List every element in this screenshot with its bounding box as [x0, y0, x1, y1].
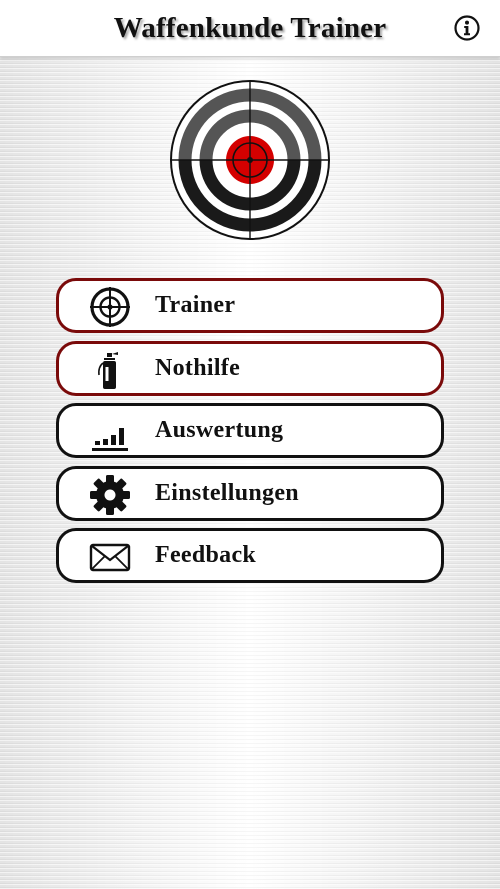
- app-header: Waffenkunde Trainer: [0, 0, 500, 57]
- menu-item-einstellungen[interactable]: Einstellungen: [56, 465, 444, 521]
- gear-icon: [89, 474, 131, 516]
- menu-item-label: Trainer: [155, 292, 236, 318]
- menu-item-label: Auswertung: [155, 417, 284, 443]
- envelope-icon: [89, 536, 131, 578]
- target-logo: [170, 80, 330, 240]
- menu-item-nothilfe[interactable]: Nothilfe: [56, 340, 444, 396]
- main-menu: Trainer Nothilfe Auswertung Einstellunge…: [56, 278, 444, 591]
- info-icon[interactable]: [454, 15, 480, 41]
- menu-item-label: Nothilfe: [155, 354, 241, 381]
- fire-extinguisher-icon: [89, 349, 131, 391]
- menu-item-auswertung[interactable]: Auswertung: [56, 403, 444, 458]
- menu-item-label: Einstellungen: [155, 479, 299, 506]
- app-title: Waffenkunde Trainer: [113, 12, 387, 44]
- menu-item-feedback[interactable]: Feedback: [56, 528, 444, 583]
- menu-item-label: Feedback: [155, 542, 257, 568]
- bar-chart-icon: [89, 411, 131, 453]
- menu-item-trainer[interactable]: Trainer: [56, 278, 444, 333]
- crosshair-icon: [89, 286, 131, 328]
